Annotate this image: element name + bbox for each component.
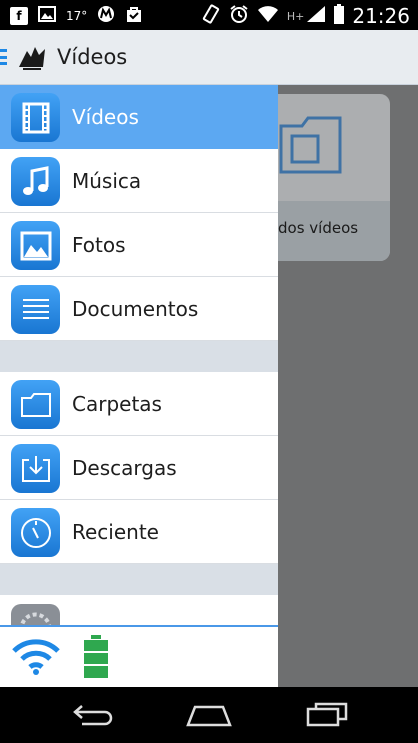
drawer-item-folders[interactable]: Carpetas <box>0 372 278 436</box>
hamburger-icon[interactable] <box>0 49 7 65</box>
facebook-icon: f <box>10 7 28 25</box>
clock-icon <box>11 508 60 557</box>
signal-icon <box>306 5 326 27</box>
drawer-item-photos[interactable]: Fotos <box>0 213 278 277</box>
drawer-item-label: Carpetas <box>72 392 162 416</box>
battery-icon <box>334 4 345 28</box>
film-icon <box>11 93 60 142</box>
video-folder-icon <box>278 114 344 178</box>
battery-level-icon <box>84 635 108 683</box>
bird-logo-icon[interactable] <box>17 43 47 71</box>
rotation-icon <box>201 4 221 28</box>
drawer-item-label: Fotos <box>72 233 126 257</box>
drawer-item-music[interactable]: Música <box>0 149 278 213</box>
navigation-drawer: Vídeos Música Fotos Documentos Carpetas <box>0 85 278 687</box>
system-nav-bar <box>0 687 418 743</box>
bag-icon <box>125 5 143 27</box>
image-icon <box>38 6 56 26</box>
app-window: Vídeos dos vídeos Vídeos Música Fotos Do… <box>0 30 418 687</box>
videos-card-label: dos vídeos <box>278 219 359 237</box>
settings-icon[interactable] <box>11 604 60 625</box>
alarm-icon <box>229 4 249 28</box>
drawer-item-videos[interactable]: Vídeos <box>0 85 278 149</box>
drawer-item-label: Música <box>72 169 142 193</box>
home-icon[interactable] <box>186 701 232 731</box>
drawer-separator <box>0 564 278 595</box>
photo-icon <box>11 221 60 270</box>
drawer-item-label: Vídeos <box>72 105 139 129</box>
drawer-item-label: Documentos <box>72 297 199 321</box>
folder-icon <box>11 380 60 429</box>
document-icon <box>11 285 60 334</box>
recent-apps-icon[interactable] <box>306 701 348 731</box>
wifi-icon <box>257 5 279 27</box>
status-bar: f 17° H+ 21:26 <box>0 0 418 30</box>
music-note-icon <box>11 157 60 206</box>
drawer-separator <box>0 341 278 372</box>
drawer-footer <box>0 625 278 687</box>
download-tray-icon <box>11 444 60 493</box>
app-bar: Vídeos <box>0 30 418 85</box>
clock-text: 21:26 <box>352 4 410 28</box>
drawer-item-label: Descargas <box>72 456 177 480</box>
drawer-item-downloads[interactable]: Descargas <box>0 436 278 500</box>
page-title: Vídeos <box>57 45 128 69</box>
network-type-text: H+ <box>286 9 305 23</box>
temperature-text: 17° <box>66 9 88 23</box>
wifi-icon[interactable] <box>11 637 61 679</box>
drawer-item-recent[interactable]: Reciente <box>0 500 278 564</box>
motorola-icon <box>97 5 115 27</box>
back-icon[interactable] <box>72 701 114 731</box>
drawer-item-label: Reciente <box>72 520 159 544</box>
drawer-item-documents[interactable]: Documentos <box>0 277 278 341</box>
